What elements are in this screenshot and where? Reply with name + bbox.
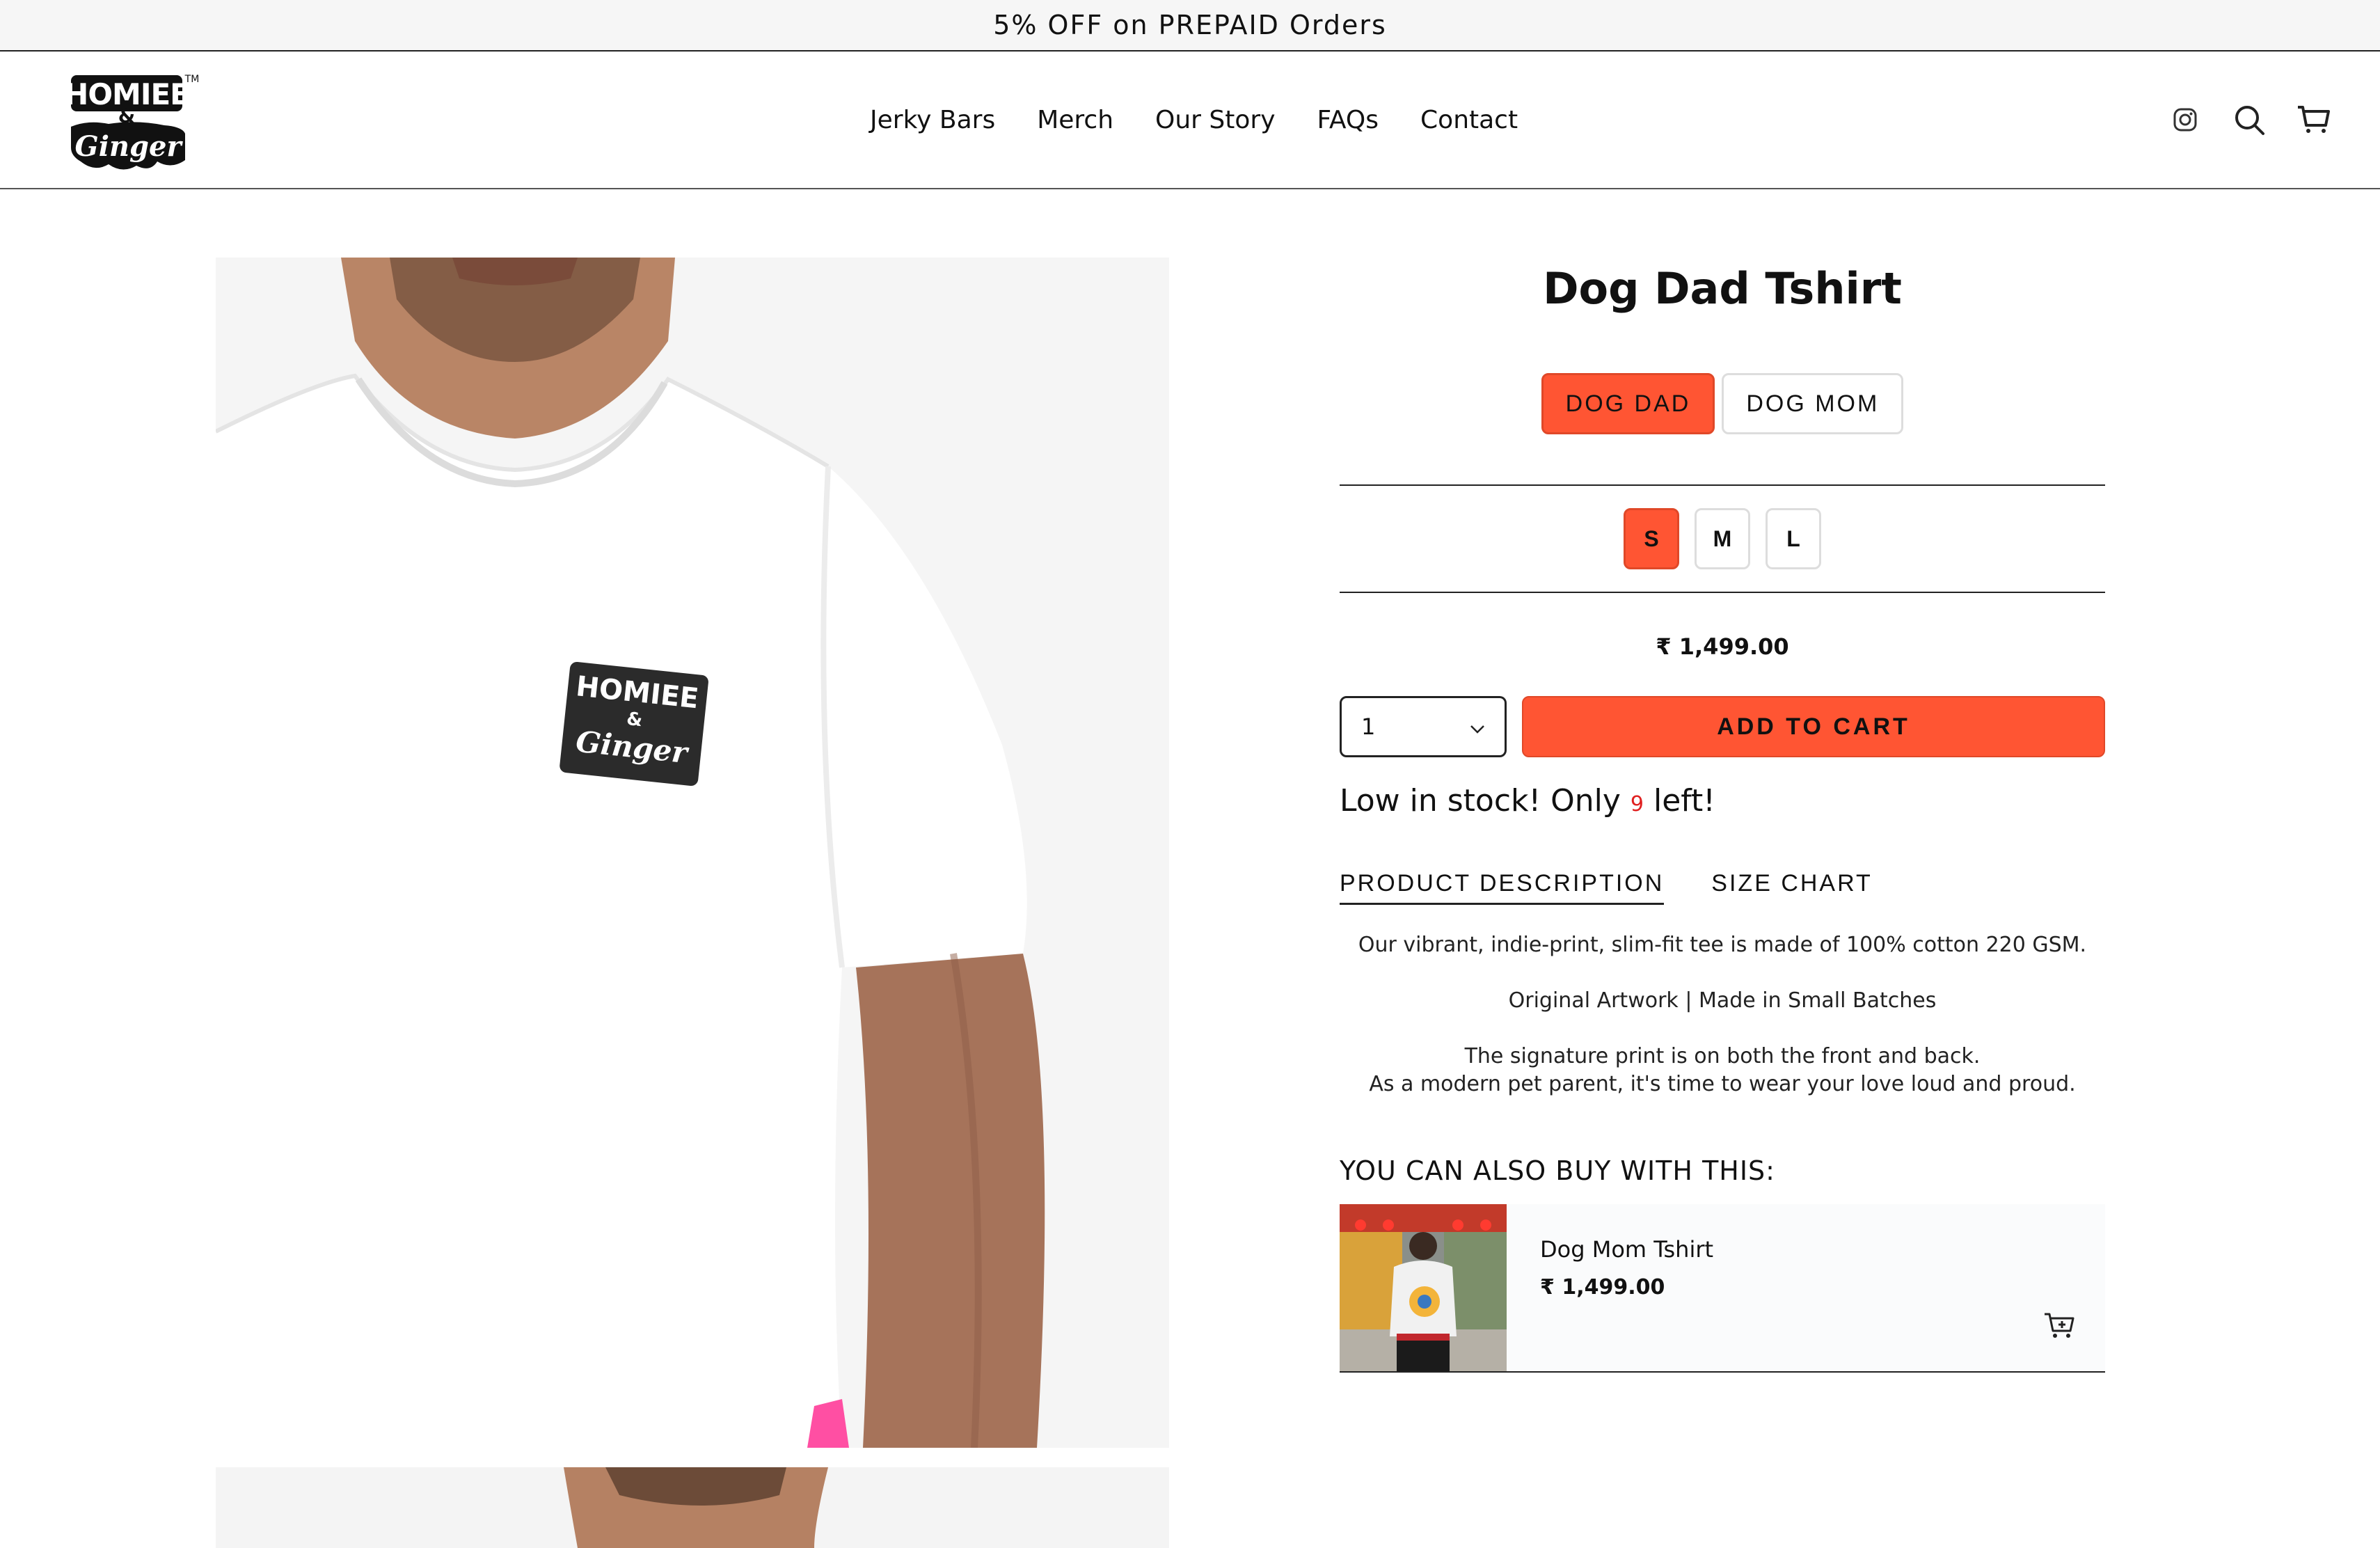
search-icon[interactable] xyxy=(2231,102,2267,138)
recommended-product-name[interactable]: Dog Mom Tshirt xyxy=(1540,1236,1713,1263)
header-icons xyxy=(2167,52,2331,188)
size-option-l[interactable]: L xyxy=(1766,508,1821,569)
svg-text:TM: TM xyxy=(184,74,200,85)
tab-size-chart[interactable]: SIZE CHART xyxy=(1711,870,1873,905)
nav-jerky-bars[interactable]: Jerky Bars xyxy=(870,106,995,134)
announcement-text: 5% OFF on PREPAID Orders xyxy=(993,10,1387,40)
stock-suffix: left! xyxy=(1653,783,1715,819)
recommended-product[interactable]: Dog Mom Tshirt ₹ 1,499.00 xyxy=(1340,1204,2105,1373)
description-paragraph: Our vibrant, indie-print, slim-fit tee i… xyxy=(1358,933,2087,957)
size-option-m[interactable]: M xyxy=(1695,508,1750,569)
site-header: HOMIEE TM & Ginger Jerky Bars Merch Our … xyxy=(0,52,2380,189)
add-to-cart-button[interactable]: ADD TO CART xyxy=(1522,696,2105,757)
recommended-product-image[interactable] xyxy=(1340,1204,1507,1371)
product-description: Our vibrant, indie-print, slim-fit tee i… xyxy=(1340,931,2105,1098)
divider xyxy=(1340,592,2105,593)
product-price: ₹ 1,499.00 xyxy=(1656,633,1789,660)
main-nav: Jerky Bars Merch Our Story FAQs Contact xyxy=(870,52,1560,188)
product-image-main[interactable]: HOMIEE & Ginger xyxy=(216,258,1169,1448)
recommended-product-price: ₹ 1,499.00 xyxy=(1540,1275,1665,1300)
stock-prefix: Low in stock! Only xyxy=(1340,783,1621,819)
nav-our-story[interactable]: Our Story xyxy=(1155,106,1276,134)
product-image-secondary[interactable] xyxy=(216,1467,1169,1548)
also-buy-title: YOU CAN ALSO BUY WITH THIS: xyxy=(1340,1155,1775,1186)
tab-product-description[interactable]: PRODUCT DESCRIPTION xyxy=(1340,870,1665,905)
description-line: The signature print is on both the front… xyxy=(1464,1044,1981,1068)
description-paragraph: Original Artwork | Made in Small Batches xyxy=(1508,988,1937,1013)
svg-text:&: & xyxy=(626,709,644,731)
stock-notice: Low in stock! Only 9 left! xyxy=(1340,783,1715,819)
nav-contact[interactable]: Contact xyxy=(1420,106,1518,134)
nav-faqs[interactable]: FAQs xyxy=(1317,106,1379,134)
style-option-dog-mom[interactable]: DOG MOM xyxy=(1722,373,1904,434)
instagram-icon[interactable] xyxy=(2167,102,2203,138)
quantity-select[interactable]: 1 xyxy=(1340,696,1507,757)
divider xyxy=(1340,484,2105,486)
chevron-down-icon xyxy=(1470,713,1485,740)
style-options: DOG DAD DOG MOM xyxy=(1340,373,2105,434)
brand-logo[interactable]: HOMIEE TM & Ginger xyxy=(67,64,206,175)
cart-icon[interactable] xyxy=(2295,102,2331,138)
announcement-bar: 5% OFF on PREPAID Orders xyxy=(0,0,2380,52)
style-option-dog-dad[interactable]: DOG DAD xyxy=(1541,373,1715,434)
quantity-value: 1 xyxy=(1361,713,1376,740)
stock-count: 9 xyxy=(1630,792,1644,816)
size-option-s[interactable]: S xyxy=(1624,508,1679,569)
add-to-cart-icon[interactable] xyxy=(2042,1310,2079,1346)
product-title: Dog Dad Tshirt xyxy=(1543,263,1902,314)
product-tabs: PRODUCT DESCRIPTION SIZE CHART xyxy=(1340,870,1873,905)
nav-merch[interactable]: Merch xyxy=(1037,106,1113,134)
size-options: S M L xyxy=(1340,508,2105,569)
svg-text:Ginger: Ginger xyxy=(75,130,184,163)
description-line: As a modern pet parent, it's time to wea… xyxy=(1369,1072,2076,1096)
